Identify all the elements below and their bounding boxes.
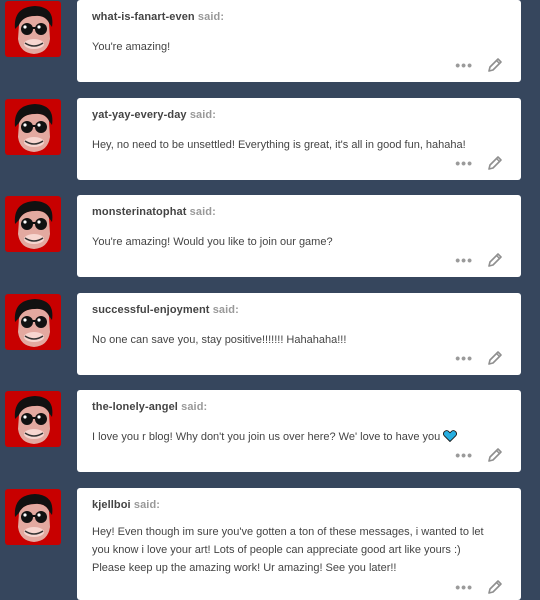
said-label: said: bbox=[189, 206, 216, 218]
sender-name[interactable]: what-is-fanart-even bbox=[92, 11, 195, 23]
sender-line: monsterinatophat said: bbox=[92, 206, 216, 218]
message-line: Hey! Even though im sure you've gotten a… bbox=[92, 526, 484, 538]
message-card: what-is-fanart-even said: You're amazing… bbox=[77, 0, 521, 82]
sender-name[interactable]: the-lonely-angel bbox=[92, 401, 178, 413]
message-card: kjellboi said: Hey! Even though im sure … bbox=[77, 488, 521, 600]
sender-line: kjellboi said: bbox=[92, 499, 160, 511]
message-text: No one can save you, stay positive!!!!!!… bbox=[92, 331, 499, 349]
avatar[interactable] bbox=[5, 99, 61, 155]
message-line: You're amazing! Would you like to join o… bbox=[92, 236, 333, 248]
pencil-icon[interactable] bbox=[487, 447, 503, 463]
sender-line: what-is-fanart-even said: bbox=[92, 11, 224, 23]
sender-line: yat-yay-every-day said: bbox=[92, 109, 216, 121]
post-actions: ••• bbox=[455, 56, 503, 74]
said-label: said: bbox=[212, 304, 239, 316]
more-options-icon[interactable]: ••• bbox=[455, 58, 473, 72]
more-options-icon[interactable]: ••• bbox=[455, 156, 473, 170]
message-text: You're amazing! Would you like to join o… bbox=[92, 233, 499, 251]
message-card: successful-enjoyment said: No one can sa… bbox=[77, 293, 521, 375]
said-label: said: bbox=[181, 401, 208, 413]
said-label: said: bbox=[189, 109, 216, 121]
avatar[interactable] bbox=[5, 1, 61, 57]
sender-line: the-lonely-angel said: bbox=[92, 401, 207, 413]
post-actions: ••• bbox=[455, 154, 503, 172]
ask-post: the-lonely-angel said: I love you r blog… bbox=[0, 390, 540, 472]
message-text: Hey! Even though im sure you've gotten a… bbox=[92, 523, 499, 577]
message-line: You're amazing! bbox=[92, 41, 171, 53]
sender-name[interactable]: kjellboi bbox=[92, 499, 131, 511]
message-line: No one can save you, stay positive!!!!!!… bbox=[92, 334, 347, 346]
message-text: I love you r blog! Why don't you join us… bbox=[92, 428, 499, 446]
ask-post: kjellboi said: Hey! Even though im sure … bbox=[0, 488, 540, 600]
message-text: Hey, no need to be unsettled! Everything… bbox=[92, 136, 499, 154]
pencil-icon[interactable] bbox=[487, 350, 503, 366]
post-actions: ••• bbox=[455, 349, 503, 367]
blue-heart-icon bbox=[443, 430, 458, 442]
avatar[interactable] bbox=[5, 294, 61, 350]
avatar[interactable] bbox=[5, 391, 61, 447]
said-label: said: bbox=[197, 11, 225, 23]
sender-line: successful-enjoyment said: bbox=[92, 304, 239, 316]
pencil-icon[interactable] bbox=[487, 579, 503, 595]
pencil-icon[interactable] bbox=[487, 57, 503, 73]
post-actions: ••• bbox=[455, 578, 503, 596]
avatar[interactable] bbox=[5, 196, 61, 252]
ask-post: yat-yay-every-day said: Hey, no need to … bbox=[0, 98, 540, 180]
more-options-icon[interactable]: ••• bbox=[455, 253, 473, 267]
more-options-icon[interactable]: ••• bbox=[455, 580, 473, 594]
pencil-icon[interactable] bbox=[487, 155, 503, 171]
sender-name[interactable]: yat-yay-every-day bbox=[92, 109, 187, 121]
pencil-icon[interactable] bbox=[487, 252, 503, 268]
message-card: monsterinatophat said: You're amazing! W… bbox=[77, 195, 521, 277]
message-line: Hey, no need to be unsettled! Everything… bbox=[92, 139, 466, 151]
sender-name[interactable]: monsterinatophat bbox=[92, 206, 187, 218]
ask-post: monsterinatophat said: You're amazing! W… bbox=[0, 195, 540, 277]
message-line: you know i love your art! Lots of people… bbox=[92, 544, 461, 556]
ask-post: what-is-fanart-even said: You're amazing… bbox=[0, 0, 540, 82]
message-line: Please keep up the amazing work! Ur amaz… bbox=[92, 562, 397, 574]
more-options-icon[interactable]: ••• bbox=[455, 351, 473, 365]
message-line-text: I love you r blog! Why don't you join us… bbox=[92, 431, 441, 443]
message-line: I love you r blog! Why don't you join us… bbox=[92, 428, 499, 446]
avatar[interactable] bbox=[5, 489, 61, 545]
more-options-icon[interactable]: ••• bbox=[455, 448, 473, 462]
message-text: You're amazing! bbox=[92, 38, 499, 56]
post-actions: ••• bbox=[455, 251, 503, 269]
ask-post: successful-enjoyment said: No one can sa… bbox=[0, 293, 540, 375]
said-label: said: bbox=[133, 499, 161, 511]
message-card: yat-yay-every-day said: Hey, no need to … bbox=[77, 98, 521, 180]
post-actions: ••• bbox=[455, 446, 503, 464]
message-card: the-lonely-angel said: I love you r blog… bbox=[77, 390, 521, 472]
sender-name[interactable]: successful-enjoyment bbox=[92, 304, 210, 316]
